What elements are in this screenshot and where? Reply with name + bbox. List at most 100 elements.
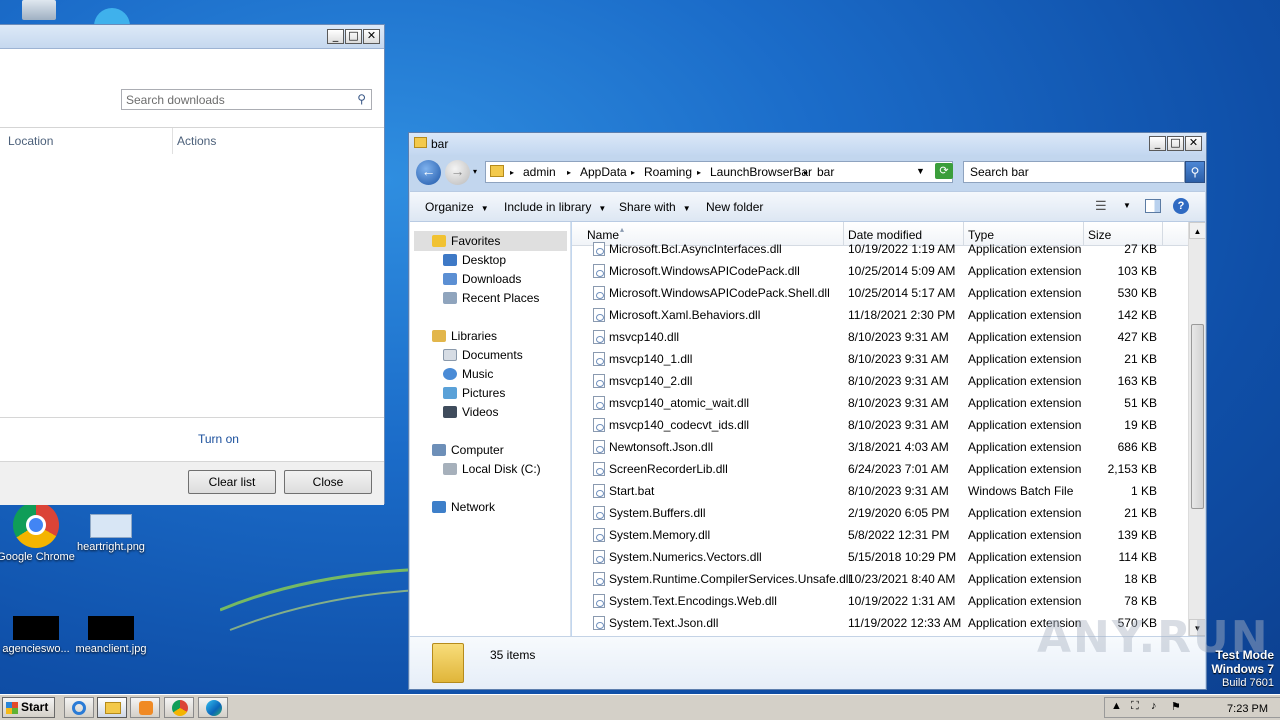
search-icon[interactable]: ⚲: [1185, 161, 1205, 183]
table-row[interactable]: System.Numerics.Vectors.dll 5/15/2018 10:…: [572, 547, 1188, 569]
table-row[interactable]: msvcp140_2.dll 8/10/2023 9:31 AM Applicati…: [572, 371, 1188, 393]
breadcrumb-appdata[interactable]: AppData: [580, 165, 627, 179]
taskbar-edge[interactable]: [198, 697, 228, 718]
network-tray-icon[interactable]: ⛶: [1131, 700, 1139, 713]
table-row[interactable]: System.Text.Encodings.Web.dll 10/19/2022 …: [572, 591, 1188, 613]
nav-label: Videos: [462, 405, 499, 419]
action-center-icon[interactable]: ⚑: [1171, 700, 1181, 713]
nav-pictures[interactable]: Pictures: [443, 386, 505, 400]
breadcrumb-bar[interactable]: bar: [817, 165, 834, 179]
close-window-button[interactable]: ✕: [363, 29, 380, 44]
table-row[interactable]: System.Buffers.dll 2/19/2020 6:05 PM Appli…: [572, 503, 1188, 525]
actions-header[interactable]: Actions: [177, 134, 216, 148]
breadcrumb-roaming[interactable]: Roaming: [644, 165, 692, 179]
nav-recent-places[interactable]: Recent Places: [443, 291, 539, 305]
desktop-icon-label: meanclient.jpg: [75, 643, 147, 655]
turn-on-link[interactable]: Turn on: [198, 432, 239, 446]
recent-pages-dropdown[interactable]: ▾: [473, 167, 477, 176]
address-dropdown-arrow[interactable]: ▼: [916, 166, 925, 176]
breadcrumb-separator[interactable]: ▸: [567, 168, 571, 177]
nav-music[interactable]: Music: [443, 367, 493, 381]
nav-downloads[interactable]: Downloads: [443, 272, 521, 286]
nav-favorites[interactable]: Favorites: [432, 234, 500, 248]
minimize-button[interactable]: _: [1149, 136, 1166, 151]
table-row[interactable]: System.Runtime.CompilerServices.Unsafe.d…: [572, 569, 1188, 591]
forward-button[interactable]: →: [445, 160, 470, 185]
new-folder-button[interactable]: New folder: [706, 200, 763, 214]
breadcrumb-separator[interactable]: ▸: [804, 168, 808, 177]
view-dropdown-arrow[interactable]: ▼: [1123, 201, 1131, 210]
share-with-button[interactable]: Share with ▼: [619, 200, 691, 214]
table-row[interactable]: msvcp140_codecvt_ids.dll 8/10/2023 9:31 A…: [572, 415, 1188, 437]
address-bar[interactable]: ▸ admin ▸ AppData ▸ Roaming ▸ LaunchBrow…: [485, 161, 953, 183]
search-downloads-input[interactable]: Search downloads ⚲: [121, 89, 372, 110]
taskbar-ie[interactable]: [64, 697, 94, 718]
breadcrumb-separator[interactable]: ▸: [510, 168, 514, 177]
search-bar-input[interactable]: Search bar: [963, 161, 1185, 183]
recycle-bin-icon[interactable]: [0, 0, 76, 23]
nav-libraries[interactable]: Libraries: [432, 329, 497, 343]
desktop-icon-chrome[interactable]: Google Chrome: [0, 502, 76, 564]
show-hidden-icons-icon[interactable]: ▲: [1111, 700, 1122, 712]
nav-network[interactable]: Network: [432, 500, 495, 514]
close-window-button[interactable]: ✕: [1185, 136, 1202, 151]
table-row[interactable]: msvcp140.dll 8/10/2023 9:31 AM Application…: [572, 327, 1188, 349]
file-name: msvcp140_codecvt_ids.dll: [593, 418, 749, 432]
nav-desktop[interactable]: Desktop: [443, 253, 506, 267]
file-date: 10/19/2022 1:31 AM: [848, 594, 956, 608]
clear-list-button[interactable]: Clear list: [188, 470, 276, 494]
downloads-body: Search downloads ⚲ Location Actions: [0, 49, 384, 441]
vertical-scrollbar[interactable]: ▲ ▼: [1188, 222, 1205, 636]
minimize-button[interactable]: _: [327, 29, 344, 44]
nav-local-disk[interactable]: Local Disk (C:): [443, 462, 541, 476]
table-row[interactable]: Newtonsoft.Json.dll 3/18/2021 4:03 AM Appl…: [572, 437, 1188, 459]
taskbar-media-player[interactable]: [130, 697, 160, 718]
nav-documents[interactable]: Documents: [443, 348, 523, 362]
taskbar-chrome[interactable]: [164, 697, 194, 718]
table-row[interactable]: Start.bat 8/10/2023 9:31 AM Windows Batch …: [572, 481, 1188, 503]
table-row[interactable]: Microsoft.WindowsAPICodePack.dll 10/25/20…: [572, 261, 1188, 283]
file-type: Application extension: [968, 462, 1082, 476]
preview-pane-icon[interactable]: [1145, 199, 1161, 213]
back-button[interactable]: ←: [416, 160, 441, 185]
close-button[interactable]: Close: [284, 470, 372, 494]
taskbar-explorer[interactable]: [97, 697, 127, 718]
table-row[interactable]: Microsoft.Bcl.AsyncInterfaces.dll 10/19/2…: [572, 239, 1188, 261]
organize-button[interactable]: Organize ▼: [425, 200, 489, 214]
help-icon[interactable]: ?: [1173, 198, 1189, 214]
table-row[interactable]: Microsoft.WindowsAPICodePack.Shell.dll 10…: [572, 283, 1188, 305]
desktop-icon-heartright[interactable]: heartright.png: [71, 514, 151, 554]
system-tray: ▲ ⛶ ♪ ⚑ 7:23 PM: [1104, 697, 1280, 718]
nav-videos[interactable]: Videos: [443, 405, 498, 419]
view-options-icon[interactable]: ☰: [1095, 198, 1107, 214]
image-file-icon: [88, 616, 134, 640]
table-row[interactable]: Microsoft.Xaml.Behaviors.dll 11/18/2021 2…: [572, 305, 1188, 327]
maximize-button[interactable]: □: [1167, 136, 1184, 151]
nav-computer[interactable]: Computer: [432, 443, 504, 457]
downloads-titlebar[interactable]: _ □ ✕: [0, 25, 384, 49]
clock[interactable]: 7:23 PM: [1227, 703, 1268, 715]
address-row: ← → ▾ ▸ admin ▸ AppData ▸ Roaming ▸ Laun…: [413, 157, 1205, 189]
maximize-button[interactable]: □: [345, 29, 362, 44]
breadcrumb-launchbrowserbar[interactable]: LaunchBrowserBar: [710, 165, 812, 179]
table-row[interactable]: ScreenRecorderLib.dll 6/24/2023 7:01 AM Ap…: [572, 459, 1188, 481]
include-in-library-button[interactable]: Include in library ▼: [504, 200, 606, 214]
table-row[interactable]: System.Memory.dll 5/8/2022 12:31 PM Applic…: [572, 525, 1188, 547]
scroll-thumb[interactable]: [1191, 324, 1204, 509]
breadcrumb-admin[interactable]: admin: [523, 165, 556, 179]
refresh-button[interactable]: ⟳: [935, 163, 953, 179]
start-button[interactable]: Start: [2, 697, 55, 718]
location-header[interactable]: Location: [8, 134, 53, 148]
table-row[interactable]: msvcp140_1.dll 8/10/2023 9:31 AM Applicati…: [572, 349, 1188, 371]
scroll-up-arrow[interactable]: ▲: [1189, 222, 1205, 239]
file-name: Microsoft.Bcl.AsyncInterfaces.dll: [593, 242, 782, 256]
volume-icon[interactable]: ♪: [1151, 700, 1157, 712]
desktop-icon-meanclient[interactable]: meanclient.jpg: [71, 616, 151, 656]
breadcrumb-separator[interactable]: ▸: [631, 168, 635, 177]
file-type: Application extension: [968, 550, 1082, 564]
breadcrumb-separator[interactable]: ▸: [697, 168, 701, 177]
table-row[interactable]: msvcp140_atomic_wait.dll 8/10/2023 9:31 A…: [572, 393, 1188, 415]
documents-icon: [443, 349, 457, 361]
explorer-titlebar[interactable]: bar _ □ ✕: [409, 133, 1206, 155]
desktop-icon-agencies[interactable]: agencieswo...: [0, 616, 76, 656]
